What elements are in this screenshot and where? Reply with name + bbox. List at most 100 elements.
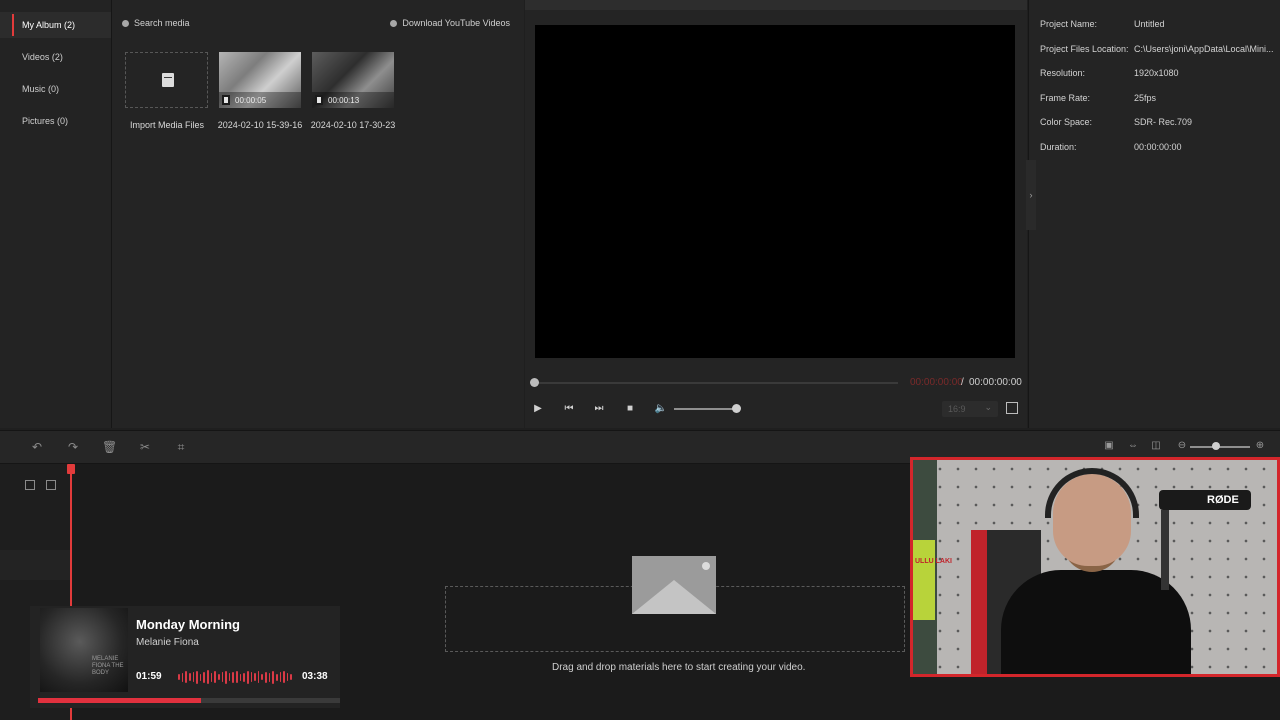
waveform-bar	[239, 673, 242, 681]
zoom-in-icon[interactable]: ⊕	[1254, 440, 1266, 452]
file-icon	[162, 73, 174, 87]
zoom-out-icon[interactable]: ⊖	[1176, 440, 1188, 452]
undo-icon[interactable]: ↶	[30, 440, 44, 454]
waveform-bar	[236, 671, 238, 683]
prop-label-color-space: Color Space:	[1040, 117, 1093, 127]
download-youtube-label: Download YouTube Videos	[402, 18, 510, 28]
waveform-bar	[243, 672, 245, 682]
preview-header	[525, 0, 1027, 10]
media-name: 2024-02-10 17-30-23	[310, 120, 396, 130]
waveform-bar	[185, 671, 187, 683]
track-band	[0, 550, 70, 580]
sidebar-item-my-album[interactable]: My Album (2)	[0, 12, 111, 38]
search-icon	[122, 19, 129, 27]
prop-value-frame-rate: 25fps	[1134, 93, 1157, 103]
redo-icon[interactable]: ↷	[66, 440, 80, 454]
aspect-ratio-select[interactable]: 16:9	[942, 399, 998, 417]
download-youtube-button[interactable]: Download YouTube Videos	[390, 18, 510, 28]
volume-icon[interactable]: 🔈	[654, 402, 668, 416]
previous-frame-icon[interactable]: ⏮	[562, 402, 576, 416]
track-progress-bar	[38, 698, 201, 703]
track-artist: Melanie Fiona	[136, 637, 199, 648]
play-icon[interactable]: ▶	[531, 402, 545, 416]
waveform-bar	[268, 672, 271, 682]
prop-value-color-space: SDR- Rec.709	[1134, 117, 1193, 127]
media-duration: 00:00:05	[235, 96, 267, 105]
zoom-handle[interactable]	[1212, 442, 1220, 450]
drop-zone-hint: Drag and drop materials here to start cr…	[552, 662, 806, 673]
scissors-icon[interactable]: ✂	[138, 440, 152, 454]
playhead-handle[interactable]	[67, 464, 75, 474]
waveform-bar	[275, 673, 278, 681]
sun-shape	[702, 562, 710, 570]
waveform-bar	[217, 674, 220, 680]
import-media-button[interactable]	[125, 52, 208, 108]
image-placeholder-icon	[632, 556, 716, 614]
volume-slider[interactable]	[674, 408, 736, 410]
zoom-slider[interactable]	[1190, 446, 1250, 448]
sidebar-item-music[interactable]: Music (0)	[0, 76, 111, 102]
waveform-bar	[261, 674, 263, 680]
seek-handle[interactable]	[530, 378, 539, 387]
film-icon	[315, 95, 323, 105]
sidebar-item-videos[interactable]: Videos (2)	[0, 44, 111, 70]
waveform-bar	[203, 671, 205, 683]
track-elapsed-time: 01:59	[136, 671, 162, 682]
prop-label-frame-rate: Frame Rate:	[1040, 93, 1091, 103]
can-label: ULLU LAKI	[915, 558, 952, 565]
waveform-bar	[228, 673, 231, 681]
current-time: 00:00:00:00	[910, 377, 963, 388]
waveform-bar	[210, 672, 213, 682]
snapshot-icon[interactable]: ▣	[1103, 440, 1115, 452]
mic-arm	[1161, 510, 1169, 590]
waveform-bar	[257, 671, 260, 683]
time-separator: /	[961, 377, 964, 388]
fullscreen-icon[interactable]	[1006, 402, 1018, 414]
media-thumbnail[interactable]: 00:00:13	[312, 52, 394, 108]
add-track-icon[interactable]	[25, 480, 35, 490]
waveform-bar	[250, 672, 253, 682]
prop-label-resolution: Resolution:	[1040, 68, 1086, 78]
media-duration: 00:00:13	[328, 96, 360, 105]
waveform-bar	[232, 671, 234, 683]
fit-icon[interactable]: ⇔	[1127, 440, 1139, 452]
stop-icon[interactable]: ■	[623, 402, 637, 416]
waveform-bar	[214, 671, 216, 683]
waveform-bar	[290, 674, 292, 680]
media-thumbnail[interactable]: 00:00:05	[219, 52, 301, 108]
search-media-button[interactable]: Search media	[122, 18, 190, 28]
prop-label-duration: Duration:	[1040, 142, 1077, 152]
media-toolbar: Search media Download YouTube Videos	[112, 10, 524, 38]
crop-icon[interactable]: ⌗	[174, 440, 188, 454]
waveform-bar	[221, 672, 224, 682]
webcam-overlay: ULLU LAKI RØDE	[910, 457, 1280, 677]
seek-bar[interactable]	[534, 382, 898, 384]
prop-value-duration: 00:00:00:00	[1134, 142, 1182, 152]
film-icon	[222, 95, 230, 105]
waveform-bar	[192, 672, 195, 682]
audio-waveform	[178, 670, 292, 684]
collapse-panel-button[interactable]: ›	[1026, 160, 1036, 230]
next-frame-icon[interactable]: ⏭	[592, 402, 606, 416]
media-sidebar: My Album (2) Videos (2) Music (0) Pictur…	[0, 0, 112, 428]
waveform-bar	[254, 673, 256, 681]
trash-icon[interactable]: 🗑	[102, 440, 117, 454]
copy-track-icon[interactable]	[46, 480, 56, 490]
microphone: RØDE	[1159, 490, 1251, 510]
split-track-icon[interactable]: ◫	[1150, 440, 1162, 452]
video-preview[interactable]	[535, 25, 1015, 358]
search-media-label: Search media	[134, 18, 190, 28]
sidebar-item-pictures[interactable]: Pictures (0)	[0, 108, 111, 134]
waveform-bar	[207, 670, 209, 684]
media-name: 2024-02-10 15-39-16	[217, 120, 303, 130]
waveform-bar	[246, 670, 249, 684]
album-cover: MELANIE FIONA THE BODY	[40, 608, 128, 692]
volume-handle[interactable]	[732, 404, 741, 413]
waveform-bar	[225, 670, 227, 684]
prop-value-location: C:\Users\joni\AppData\Local\Mini...	[1134, 44, 1274, 54]
waveform-bar	[283, 671, 285, 683]
prop-value-resolution: 1920x1080	[1134, 68, 1179, 78]
download-icon	[390, 19, 398, 27]
track-length: 03:38	[302, 671, 328, 682]
prop-label-location: Project Files Location:	[1040, 44, 1129, 54]
